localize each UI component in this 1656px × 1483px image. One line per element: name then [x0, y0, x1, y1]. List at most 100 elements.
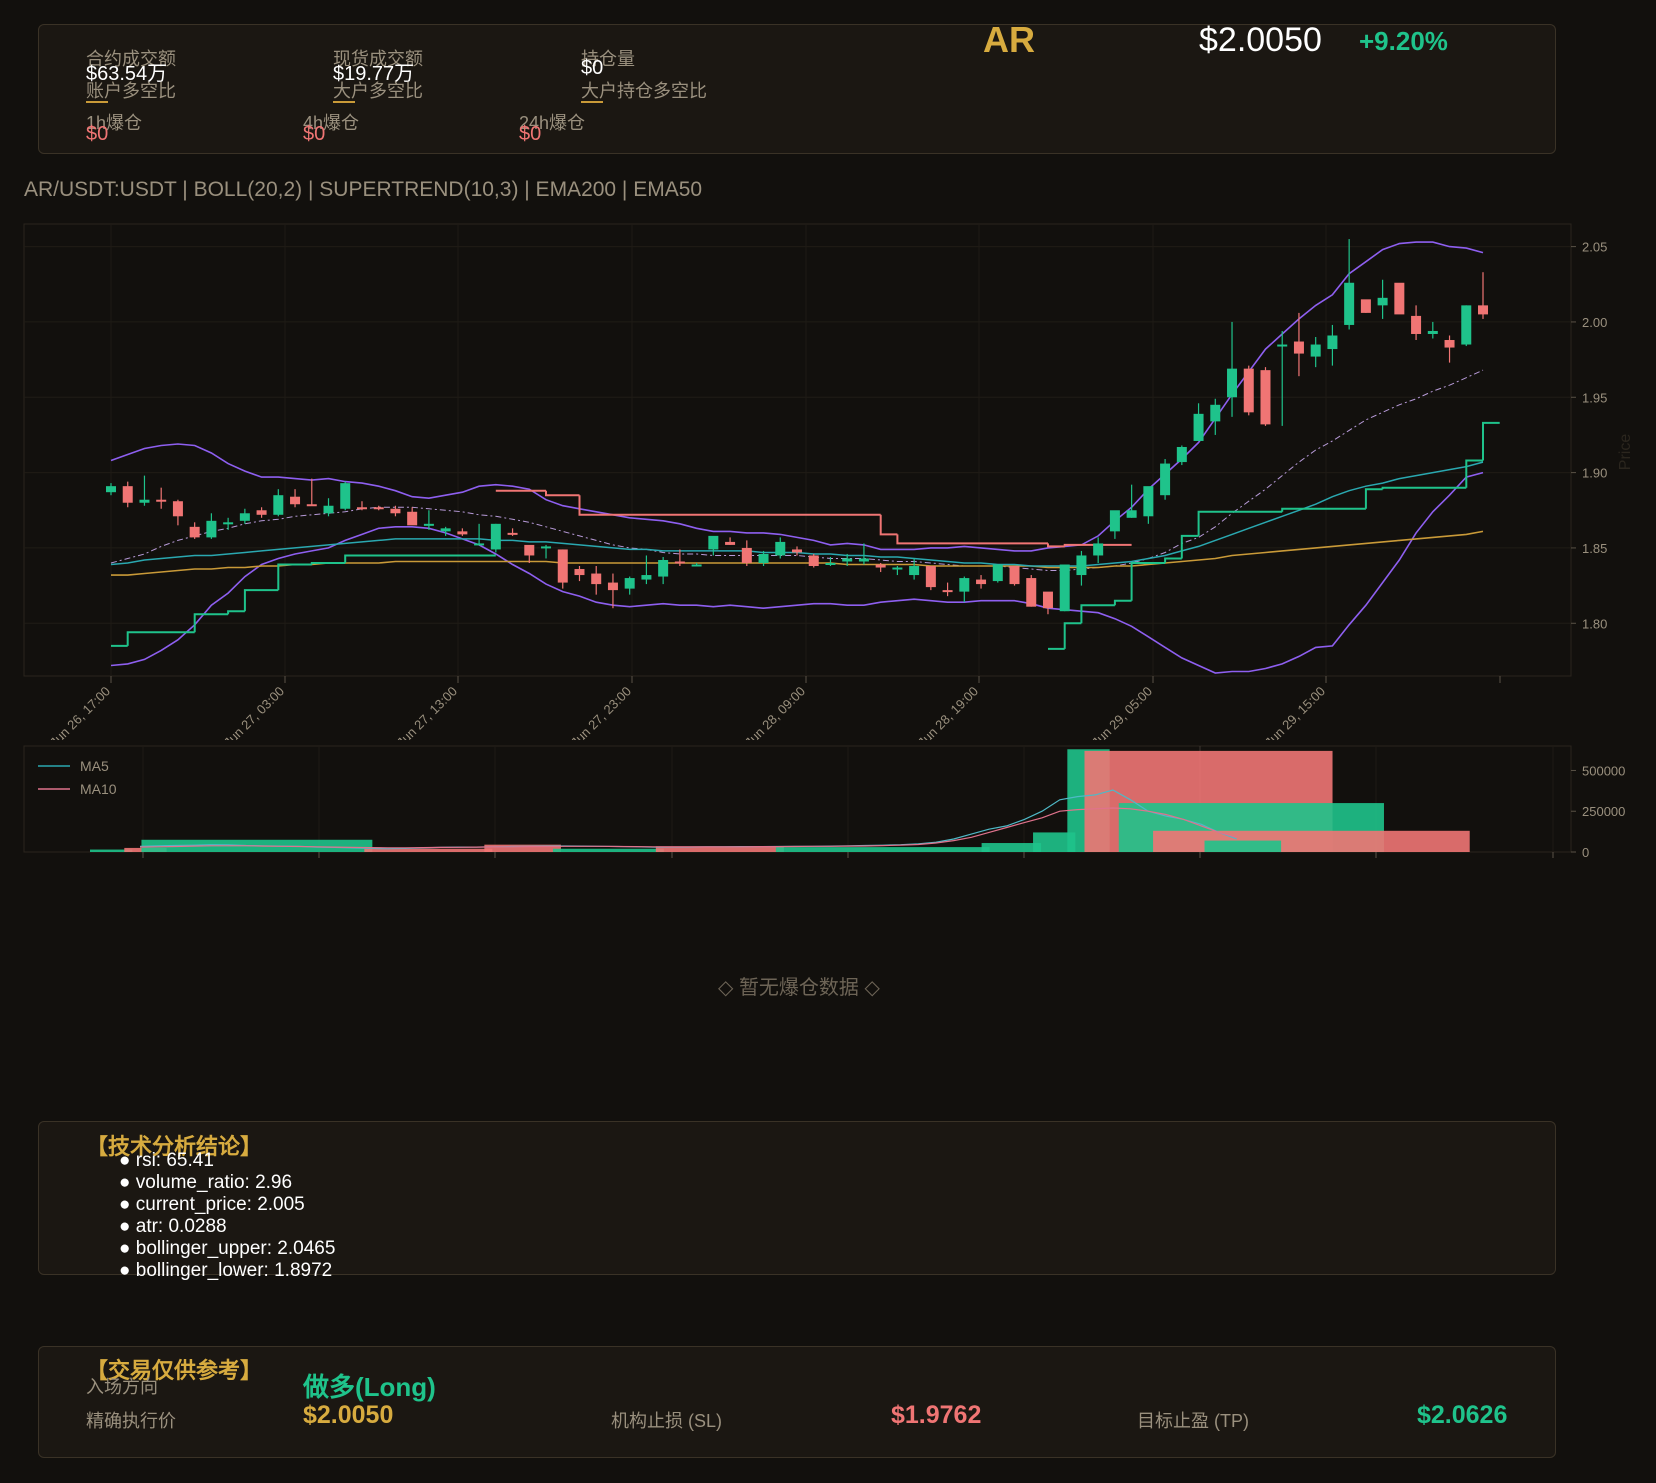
- stop-loss-label: 机构止损 (SL): [611, 1411, 723, 1431]
- candle-body: [1193, 413, 1204, 441]
- candle-body: [741, 547, 752, 563]
- candle-body: [1026, 578, 1037, 607]
- candle-body: [1160, 463, 1171, 496]
- candle-body: [407, 511, 418, 526]
- legend-label-ma5: MA5: [80, 758, 109, 774]
- price-change: +9.20%: [1359, 26, 1448, 56]
- candle-body: [1176, 446, 1187, 463]
- candle-body: [574, 569, 585, 576]
- candle-body: [708, 535, 719, 550]
- candle-body: [139, 499, 150, 503]
- candle-body: [1109, 510, 1120, 532]
- candle-body: [624, 578, 635, 589]
- candle-body: [1327, 335, 1338, 350]
- candle-body: [1227, 368, 1238, 398]
- analysis-item: ● current_price: 2.005: [119, 1194, 305, 1215]
- candle-body: [992, 564, 1003, 582]
- candle-body: [658, 559, 669, 577]
- x-tick-label: Jun 26, 17:00: [47, 684, 113, 740]
- analysis-item: ● rsi: 65.41: [119, 1150, 214, 1171]
- candle-body: [1394, 282, 1405, 315]
- candle-body: [942, 590, 953, 593]
- current-price: $2.0050: [1199, 21, 1322, 59]
- candle-body: [959, 578, 970, 592]
- candle-body: [457, 531, 468, 535]
- candle-body: [206, 520, 217, 538]
- price-chart[interactable]: 2.05 2.00 1.95 1.90 1.85 1.80 Jun 26, 17:00 Ju…: [0, 220, 1656, 740]
- candle-body: [1009, 566, 1020, 585]
- x-tick-label: Jun 29, 15:00: [1262, 684, 1328, 740]
- stop-loss-value: $1.9762: [891, 1401, 982, 1429]
- y-tick-label: 1.90: [1582, 466, 1607, 481]
- volume-chart[interactable]: 500000 250000 0 MA5 MA10: [0, 740, 1656, 860]
- candle-body: [474, 543, 485, 546]
- candle-body: [189, 526, 200, 538]
- candle-body: [273, 495, 284, 515]
- candle-body: [909, 566, 920, 576]
- candle-body: [892, 567, 903, 570]
- legend-label-ma10: MA10: [80, 781, 117, 797]
- candle-body: [858, 558, 869, 562]
- x-tick-label: Jun 28, 09:00: [742, 684, 808, 740]
- candle-body: [825, 563, 836, 565]
- candle-body: [1126, 510, 1137, 518]
- candle-body: [1210, 404, 1221, 422]
- analysis-item: ● atr: 0.0288: [119, 1216, 227, 1237]
- candle-body: [239, 513, 250, 521]
- y-tick-label: 500000: [1582, 763, 1625, 778]
- candle-body: [808, 555, 819, 567]
- candle-body: [1293, 341, 1304, 354]
- entry-price-label: 精确执行价: [86, 1411, 176, 1431]
- candle-body: [1143, 486, 1154, 517]
- candle-body: [691, 564, 702, 567]
- x-tick-label: Jun 28, 19:00: [915, 684, 981, 740]
- candle-body: [1243, 368, 1254, 413]
- candle-body: [775, 541, 786, 556]
- candle-body: [1059, 564, 1070, 612]
- price-plot-area: [23, 223, 1572, 677]
- y-tick-label: 0: [1582, 845, 1589, 860]
- candle-body: [725, 541, 736, 545]
- candle-body: [925, 566, 936, 588]
- x-tick-label: Jun 29, 05:00: [1089, 684, 1155, 740]
- candle-body: [122, 486, 133, 503]
- y-axis-label: Price: [1617, 434, 1634, 471]
- y-tick-label: 1.95: [1582, 390, 1607, 405]
- take-profit-label: 目标止盈 (TP): [1137, 1411, 1249, 1431]
- candle-body: [1042, 591, 1053, 609]
- stat-label-account-ls: 账户多空比: [86, 81, 176, 101]
- candle-body: [976, 579, 987, 585]
- stat-value-liq-4h: $0: [303, 123, 326, 145]
- analysis-item: ● bollinger_upper: 2.0465: [119, 1238, 336, 1259]
- candle-body: [557, 549, 568, 583]
- candle-body: [373, 507, 384, 510]
- y-tick-label: 1.85: [1582, 541, 1607, 556]
- candle-body: [1377, 297, 1388, 306]
- analysis-list: ● rsi: 65.41 ● volume_ratio: 2.96 ● curr…: [119, 1150, 335, 1282]
- candle-body: [541, 546, 552, 549]
- symbol: AR: [983, 19, 1035, 60]
- x-tick-label: Jun 27, 23:00: [568, 684, 634, 740]
- candle-body: [223, 522, 234, 525]
- y-tick-label: 2.05: [1582, 240, 1607, 255]
- y-tick-label: 1.80: [1582, 616, 1607, 631]
- underline: [86, 101, 108, 103]
- x-tick-label: Jun 27, 13:00: [394, 684, 460, 740]
- underline: [581, 101, 603, 103]
- candle-body: [1427, 330, 1438, 334]
- candle-body: [340, 483, 351, 509]
- candle-body: [156, 499, 167, 502]
- candle-body: [674, 561, 685, 564]
- analysis-item: ● bollinger_lower: 1.8972: [119, 1260, 333, 1281]
- candle-body: [1260, 370, 1271, 425]
- take-profit-value: $2.0626: [1417, 1401, 1508, 1429]
- candle-body: [591, 573, 602, 585]
- candle-body: [1461, 305, 1472, 345]
- candle-body: [1277, 344, 1288, 347]
- candle-body: [792, 549, 802, 553]
- candle-body: [1344, 282, 1355, 325]
- stats-panel: 合约成交额 $63.54万 账户多空比 现货成交额 $19.77万 大户多空比 …: [38, 19, 1556, 154]
- y-tick-label: 250000: [1582, 804, 1625, 819]
- candle-body: [290, 496, 301, 505]
- direction-label: 入场方向: [86, 1377, 158, 1397]
